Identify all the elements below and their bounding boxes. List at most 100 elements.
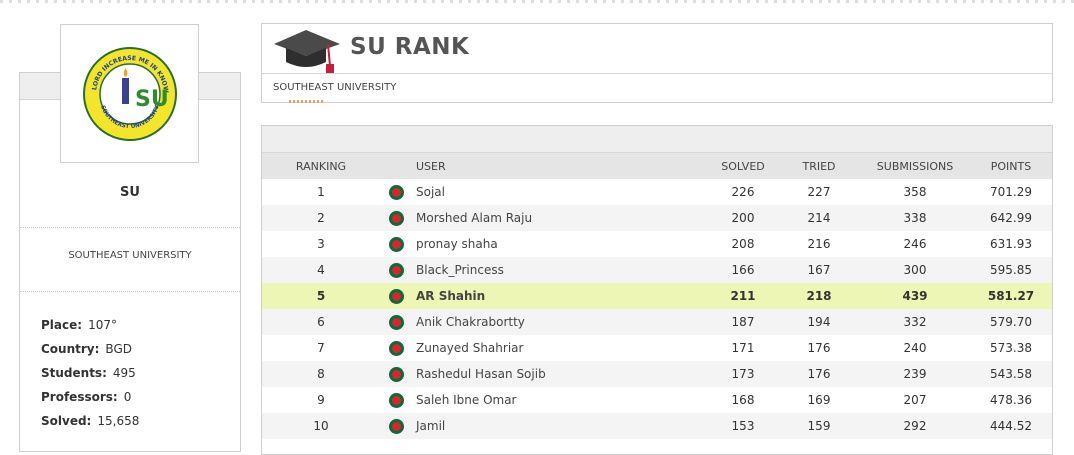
column-header-submissions[interactable]: SUBMISSIONS [860,153,970,179]
cell-tried: 214 [807,211,831,225]
cell-tried: 176 [807,341,831,355]
cell-submissions: 246 [903,237,927,251]
stat-place: Place: 107° [41,318,117,332]
bangladesh-flag-icon [388,392,404,408]
cell-submissions: 239 [903,367,927,381]
decorative-dots [289,100,323,103]
sidebar-university-name: SOUTHEAST UNIVERSITY [68,250,192,261]
table-header-row: RANKING USER SOLVED TRIED SUBMISSIONS PO… [262,153,1052,179]
cell-submissions: 358 [903,185,927,199]
cell-points: 478.36 [990,393,1032,407]
bangladesh-flag-icon [388,366,404,382]
cell-submissions: 292 [903,419,927,433]
page-title: SU RANK [350,34,470,60]
table-row: 4 Black_Princess 166 167 300 595.85 [262,257,1052,283]
cell-rank: 1 [317,185,325,199]
cell-rank: 10 [313,419,329,433]
column-header-user[interactable]: USER [412,153,708,179]
bangladesh-flag-icon [388,262,404,278]
user-link[interactable]: Zunayed Shahriar [412,335,708,361]
cell-rank: 4 [317,263,325,277]
cell-tried: 169 [807,393,831,407]
university-stats: Place: 107° Country: BGD Students: 495 Prof… [41,313,139,433]
table-row: 1 Sojal 226 227 358 701.29 [262,179,1052,205]
stat-country: Country: BGD [41,342,132,356]
table-row: 10 Jamil 153 159 292 444.52 [262,413,1052,439]
cell-tried: 227 [807,185,831,199]
user-link[interactable]: Jamil [412,413,708,439]
ranking-panel: RANKING USER SOLVED TRIED SUBMISSIONS PO… [261,125,1053,455]
user-link[interactable]: Anik Chakrabortty [412,309,708,335]
cell-tried: 218 [806,289,832,303]
cell-solved: 166 [731,263,755,277]
table-row: 7 Zunayed Shahriar 171 176 240 573.38 [262,335,1052,361]
cell-tried: 194 [807,315,831,329]
bangladesh-flag-icon [388,418,404,434]
cell-tried: 216 [807,237,831,251]
cell-submissions: 338 [903,211,927,225]
cell-solved: 173 [731,367,755,381]
cell-submissions: 439 [902,289,928,303]
bangladesh-flag-icon [388,184,404,200]
university-seal-icon: OH MY LORD INCREASE ME IN KNOWLEDGE SOUT… [82,46,177,141]
cell-points: 579.70 [990,315,1032,329]
cell-points: 573.38 [990,341,1032,355]
svg-text:SU: SU [135,87,169,112]
column-header-flag [380,153,412,179]
bangladesh-flag-icon [388,236,404,252]
user-link[interactable]: AR Shahin [412,283,708,309]
table-row: 2 Morshed Alam Raju 200 214 338 642.99 [262,205,1052,231]
ranking-table: RANKING USER SOLVED TRIED SUBMISSIONS PO… [262,153,1052,439]
cell-points: 543.58 [990,367,1032,381]
user-link[interactable]: Morshed Alam Raju [412,205,708,231]
user-link[interactable]: Sojal [412,179,708,205]
cell-rank: 3 [317,237,325,251]
table-row: 6 Anik Chakrabortty 187 194 332 579.70 [262,309,1052,335]
cell-rank: 8 [317,367,325,381]
cell-points: 595.85 [990,263,1032,277]
cell-tried: 176 [807,367,831,381]
cell-rank: 7 [317,341,325,355]
column-header-tried[interactable]: TRIED [778,153,860,179]
cell-solved: 200 [731,211,755,225]
cell-points: 701.29 [990,185,1032,199]
user-link[interactable]: Saleh Ibne Omar [412,387,708,413]
user-link[interactable]: Rashedul Hasan Sojib [412,361,708,387]
column-header-ranking[interactable]: RANKING [262,153,380,179]
top-dotted-border [0,0,1074,3]
cell-submissions: 207 [903,393,927,407]
column-header-solved[interactable]: SOLVED [708,153,778,179]
cell-solved: 171 [731,341,755,355]
cell-submissions: 240 [903,341,927,355]
cell-submissions: 300 [903,263,927,277]
cell-points: 631.93 [990,237,1032,251]
cell-solved: 187 [731,315,755,329]
cell-tried: 167 [807,263,831,277]
ranking-panel-header [262,126,1052,153]
cell-solved: 153 [731,419,755,433]
cell-solved: 208 [731,237,755,251]
bangladesh-flag-icon [388,340,404,356]
column-header-points[interactable]: POINTS [970,153,1052,179]
table-row-highlighted: 5 AR Shahin 211 218 439 581.27 [262,283,1052,309]
table-row: 9 Saleh Ibne Omar 168 169 207 478.36 [262,387,1052,413]
cell-rank: 9 [317,393,325,407]
user-link[interactable]: pronay shaha [412,231,708,257]
table-row: 3 pronay shaha 208 216 246 631.93 [262,231,1052,257]
bangladesh-flag-icon [388,210,404,226]
bangladesh-flag-icon [388,288,404,304]
cell-points: 642.99 [990,211,1032,225]
stat-students: Students: 495 [41,366,136,380]
cell-rank: 5 [316,289,326,303]
stat-professors: Professors: 0 [41,390,132,404]
header-university-name: SOUTHEAST UNIVERSITY [273,82,397,93]
cell-tried: 159 [807,419,831,433]
cell-solved: 211 [730,289,756,303]
sidebar-divider [20,227,240,228]
university-acronym: SU [120,185,140,200]
sidebar-divider [20,291,240,292]
cell-submissions: 332 [903,315,927,329]
cell-solved: 168 [731,393,755,407]
cell-points: 444.52 [990,419,1032,433]
user-link[interactable]: Black_Princess [412,257,708,283]
